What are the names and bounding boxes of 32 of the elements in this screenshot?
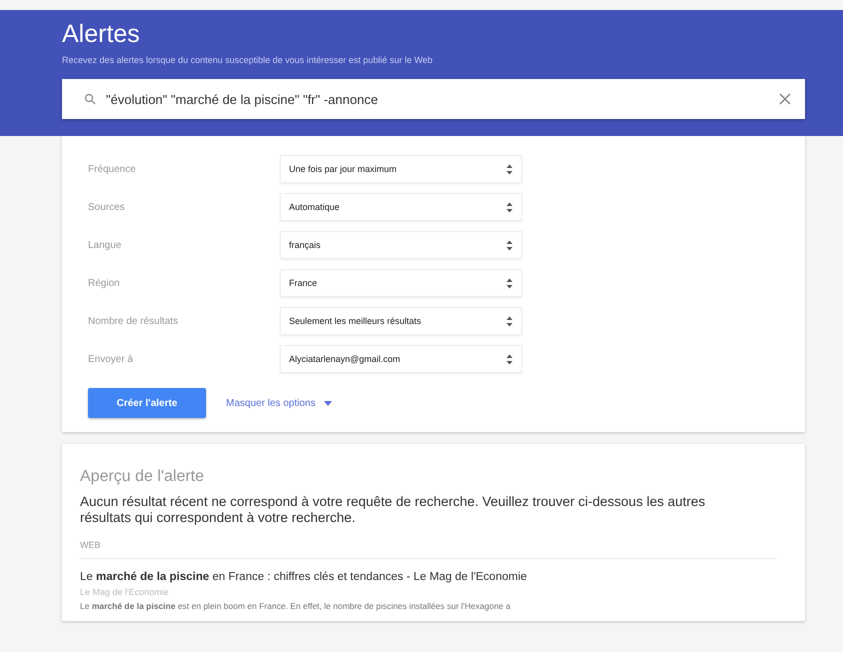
result-title[interactable]: Le marché de la piscine en France : chiffres clés et tendances - Le Mag de l'Economie bbox=[80, 571, 777, 584]
updown-icon bbox=[506, 202, 513, 212]
result-snippet: Le marché de la piscine est en plein boom en France. En effet, le nombre de piscines installées sur l'Hexagone a bbox=[80, 601, 512, 612]
option-select[interactable]: Une fois par jour maximum bbox=[280, 155, 522, 183]
option-select[interactable]: Automatique bbox=[280, 193, 522, 221]
section-label: WEB bbox=[80, 540, 777, 560]
close-icon[interactable] bbox=[779, 93, 791, 105]
search-icon bbox=[84, 93, 96, 105]
updown-icon bbox=[506, 278, 513, 288]
updown-icon bbox=[506, 240, 513, 250]
updown-icon bbox=[506, 354, 513, 364]
option-select[interactable]: France bbox=[280, 269, 522, 297]
option-label: Langue bbox=[88, 240, 122, 250]
updown-icon bbox=[506, 316, 513, 326]
preview-message: Aucun résultat récent ne correspond à votre requête de recherche. Veuillez trouver ci-dessous les autres résultats qui correspondent à votre recherche. bbox=[80, 494, 706, 526]
option-label: Nombre de résultats bbox=[88, 316, 180, 326]
create-alert-button[interactable]: Créer l'alerte bbox=[88, 388, 206, 418]
option-select[interactable]: français bbox=[280, 231, 522, 259]
option-select[interactable]: Alyciatarlenayn@gmail.com bbox=[280, 345, 522, 373]
hide-options-link[interactable]: Masquer les options bbox=[226, 398, 316, 408]
page-title: Alertes bbox=[62, 20, 141, 49]
preview-title: Aperçu de l'alerte bbox=[80, 468, 206, 486]
option-label: Envoyer à bbox=[88, 354, 134, 364]
option-label: Fréquence bbox=[88, 164, 137, 174]
option-label: Région bbox=[88, 278, 121, 288]
caret-icon bbox=[324, 400, 332, 406]
updown-icon bbox=[506, 164, 513, 174]
search-bar[interactable]: "évolution" "marché de la piscine" "fr" -annonce bbox=[62, 79, 805, 119]
page-subtitle: Recevez des alertes lorsque du contenu susceptible de vous intéresser est publié sur le Web bbox=[62, 55, 434, 65]
result-source: Le Mag de l'Economie bbox=[80, 587, 170, 598]
option-label: Sources bbox=[88, 202, 126, 212]
option-select[interactable]: Seulement les meilleurs résultats bbox=[280, 307, 522, 335]
